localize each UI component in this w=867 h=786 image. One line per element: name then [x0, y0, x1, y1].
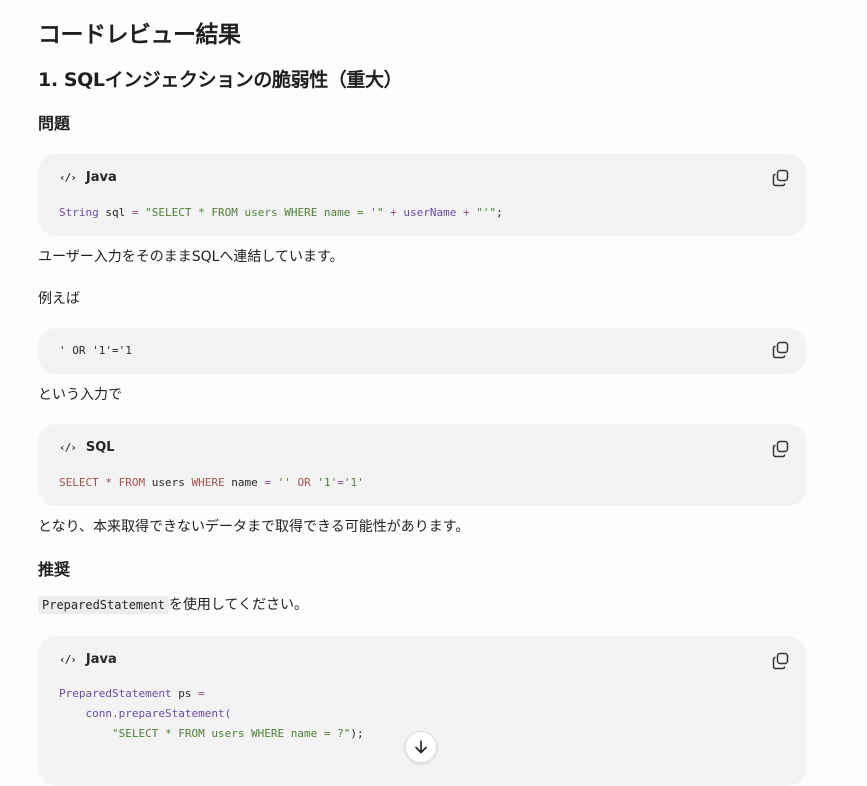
- code-token: ;: [496, 206, 503, 219]
- code-token: ps: [171, 687, 199, 700]
- code-block-header: ‹/› SQL: [59, 440, 115, 455]
- code-token: conn.prepareStatement(: [59, 707, 232, 720]
- code-icon: ‹/›: [59, 441, 77, 454]
- code-token: FROM: [118, 476, 146, 489]
- recommendation-text: PreparedStatement を使用してください。: [38, 595, 308, 615]
- code-block-injection-input: ' OR '1'='1: [38, 328, 806, 374]
- code-icon: ‹/›: [59, 171, 77, 184]
- copy-icon[interactable]: [772, 652, 790, 670]
- code-token: =: [198, 687, 205, 700]
- code-token: "SELECT * FROM users WHERE name = '": [145, 206, 384, 219]
- code-line: ' OR '1'='1: [59, 344, 132, 357]
- code-token: +: [463, 206, 470, 219]
- recommendation-label: を使用してください。: [168, 597, 308, 613]
- code-language-label: Java: [85, 652, 117, 667]
- code-block-header: ‹/› Java: [59, 170, 117, 185]
- code-token: WHERE: [191, 476, 225, 489]
- code-token: );: [350, 727, 364, 740]
- explanation-text: ユーザー入力をそのままSQLへ連結しています。: [38, 249, 344, 265]
- code-token: +: [390, 206, 397, 219]
- copy-icon[interactable]: [772, 440, 790, 458]
- code-token: PreparedStatement: [59, 687, 172, 700]
- recommendation-heading: 推奨: [38, 560, 71, 579]
- code-token: '1': [343, 476, 364, 489]
- code-block-header: ‹/› Java: [59, 652, 117, 667]
- inline-code: PreparedStatement: [38, 596, 169, 614]
- code-token: OR: [297, 476, 311, 489]
- code-token: SELECT: [59, 476, 99, 489]
- code-line: String sql = "SELECT * FROM users WHERE …: [59, 203, 503, 223]
- code-line: SELECT * FROM users WHERE name = '' OR '…: [59, 473, 364, 493]
- example-text: 例えば: [38, 291, 80, 307]
- section-heading: 1. SQLインジェクションの脆弱性（重大）: [38, 69, 403, 91]
- code-token: userName: [396, 206, 464, 219]
- code-token: =: [337, 476, 344, 489]
- code-token: sql: [98, 206, 132, 219]
- code-token: =: [131, 206, 139, 219]
- code-icon: ‹/›: [59, 653, 77, 666]
- code-token: users: [145, 476, 192, 489]
- code-language-label: SQL: [85, 440, 115, 455]
- code-token: =: [264, 476, 271, 489]
- code-language-label: Java: [85, 170, 117, 185]
- problem-heading: 問題: [38, 114, 71, 133]
- page-title: コードレビュー結果: [38, 22, 241, 48]
- input-text: という入力で: [38, 387, 122, 403]
- code-token: '1': [317, 476, 338, 489]
- code-lines: PreparedStatement ps = conn.prepareState…: [59, 684, 364, 744]
- risk-text: となり、本来取得できないデータまで取得できる可能性があります。: [38, 519, 470, 535]
- code-token: '': [277, 476, 291, 489]
- arrow-down-icon: [415, 740, 427, 754]
- code-token: String: [59, 206, 99, 219]
- code-token: *: [105, 476, 112, 489]
- scroll-to-bottom-button[interactable]: [405, 731, 437, 763]
- code-block-sql-result: ‹/› SQL SELECT * FROM users WHERE name =…: [38, 424, 806, 506]
- code-block-java-vulnerable: ‹/› Java String sql = "SELECT * FROM use…: [38, 154, 806, 236]
- copy-icon[interactable]: [772, 169, 790, 187]
- code-token: name: [224, 476, 265, 489]
- code-token: "SELECT * FROM users WHERE name = ?": [111, 727, 351, 740]
- code-block-java-fixed: ‹/› Java PreparedStatement ps = conn.pre…: [38, 636, 806, 786]
- code-token: "'": [476, 206, 497, 219]
- copy-icon[interactable]: [772, 341, 790, 359]
